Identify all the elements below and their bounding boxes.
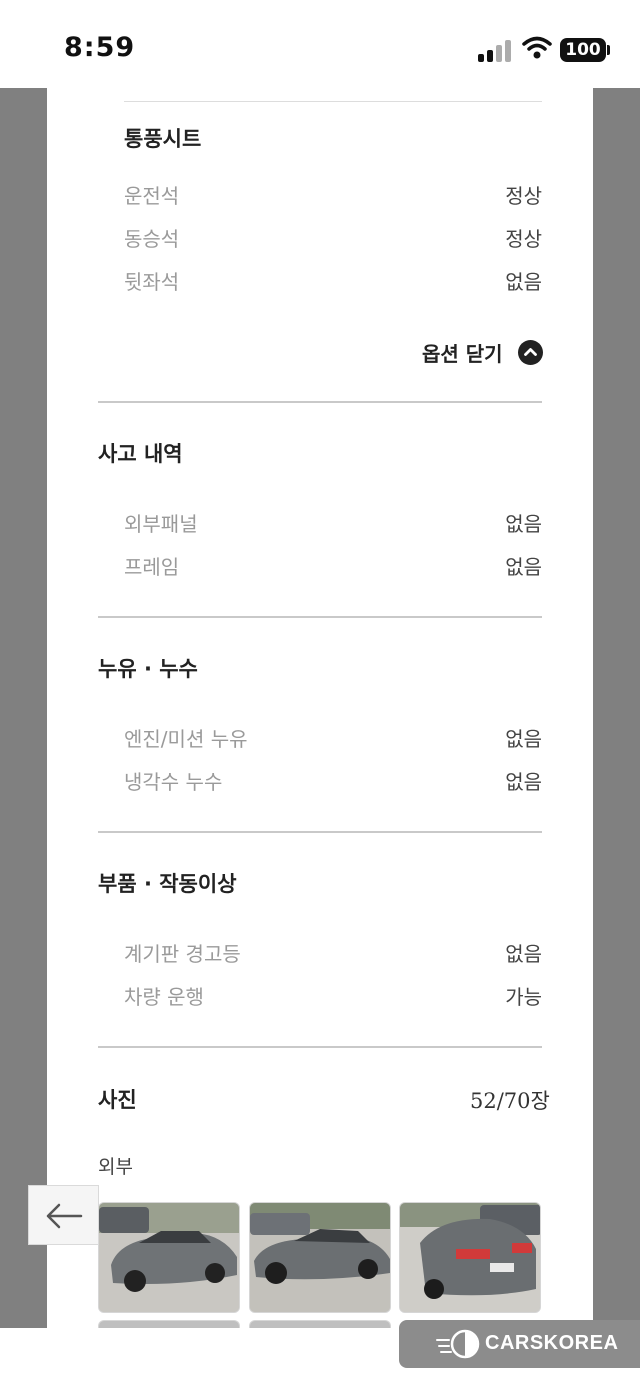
row-value: 없음: [505, 555, 542, 579]
row-label: 뒷좌석: [124, 270, 180, 294]
arrow-left-icon: [46, 1203, 83, 1229]
row-label: 차량 운행: [124, 985, 204, 1009]
row-label: 계기판 경고등: [124, 942, 241, 966]
leaks-title: 누유 · 누수: [98, 657, 198, 681]
battery-tip: [607, 45, 610, 55]
ventilated-seats-title: 통풍시트: [124, 127, 202, 151]
right-backdrop: [593, 88, 640, 1328]
brand-badge[interactable]: CARSKOREA: [399, 1320, 640, 1368]
section-divider: [98, 401, 542, 403]
cellular-signal-icon: [478, 40, 512, 62]
section-divider: [124, 101, 542, 102]
row-value: 없음: [505, 727, 542, 751]
photo-count: 52/70장: [470, 1089, 550, 1113]
photo-thumbnail[interactable]: [249, 1320, 391, 1328]
brand-logo-icon: [436, 1329, 480, 1359]
photos-title: 사진: [98, 1088, 137, 1112]
row-label: 외부패널: [124, 512, 198, 536]
accident-history-title: 사고 내역: [98, 442, 183, 466]
wifi-icon: [522, 36, 552, 59]
parts-malfunction-title: 부품 · 작동이상: [98, 872, 237, 896]
back-button[interactable]: [28, 1185, 99, 1245]
status-time: 8:59: [64, 32, 136, 63]
photo-thumbnail[interactable]: [98, 1202, 240, 1313]
brand-name: CARSKOREA: [485, 1332, 619, 1354]
section-divider: [98, 616, 542, 618]
photo-thumbnail[interactable]: [249, 1202, 391, 1313]
row-value: 정상: [505, 227, 542, 251]
photo-thumbnail[interactable]: [98, 1320, 240, 1328]
row-label: 엔진/미션 누유: [124, 727, 248, 751]
photo-thumbnail[interactable]: [399, 1202, 541, 1313]
chevron-up-icon[interactable]: [518, 340, 543, 365]
row-label: 프레임: [124, 555, 180, 579]
close-options-button[interactable]: 옵션 닫기: [422, 338, 503, 367]
row-value: 가능: [505, 985, 542, 1009]
battery-indicator: 100: [560, 38, 606, 62]
row-value: 없음: [505, 942, 542, 966]
section-divider: [98, 1046, 542, 1048]
left-backdrop: [0, 88, 47, 1328]
row-value: 없음: [505, 512, 542, 536]
row-label: 냉각수 누수: [124, 770, 223, 794]
section-divider: [98, 831, 542, 833]
status-bar: 8:59 100: [0, 0, 640, 88]
row-label: 동승석: [124, 227, 180, 251]
row-value: 없음: [505, 770, 542, 794]
row-value: 정상: [505, 184, 542, 208]
row-value: 없음: [505, 270, 542, 294]
row-label: 운전석: [124, 184, 180, 208]
photo-category-label: 외부: [98, 1156, 133, 1178]
